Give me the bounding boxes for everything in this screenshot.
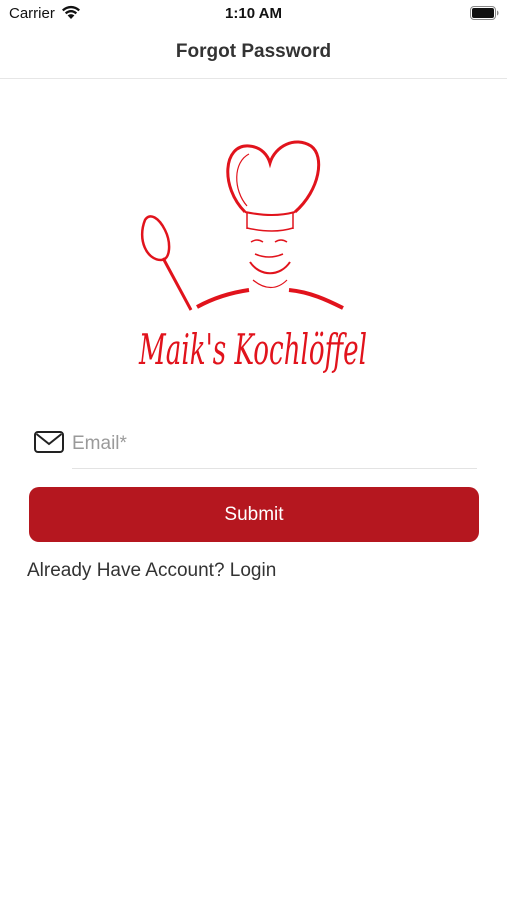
- page-title: Forgot Password: [175, 41, 332, 62]
- login-link[interactable]: Already Have Account? Login: [27, 560, 276, 582]
- chef-logo: Maik's Kochlöffel: [138, 140, 367, 374]
- status-bar: Carrier 1:10 AM: [0, 0, 507, 28]
- navigation-bar: Forgot Password: [0, 28, 507, 79]
- email-underline: [72, 468, 477, 469]
- email-input[interactable]: [72, 424, 476, 464]
- clock: 1:10 AM: [225, 5, 282, 22]
- mail-icon: [34, 431, 64, 453]
- forgot-password-screen: Carrier 1:10 AM Forgot Password Maik's K…: [0, 0, 507, 900]
- submit-button[interactable]: Submit: [29, 487, 479, 542]
- battery-icon: [470, 6, 499, 20]
- svg-text:Maik's Kochlöffel: Maik's Kochlöffel: [138, 325, 367, 374]
- email-field: [30, 420, 477, 472]
